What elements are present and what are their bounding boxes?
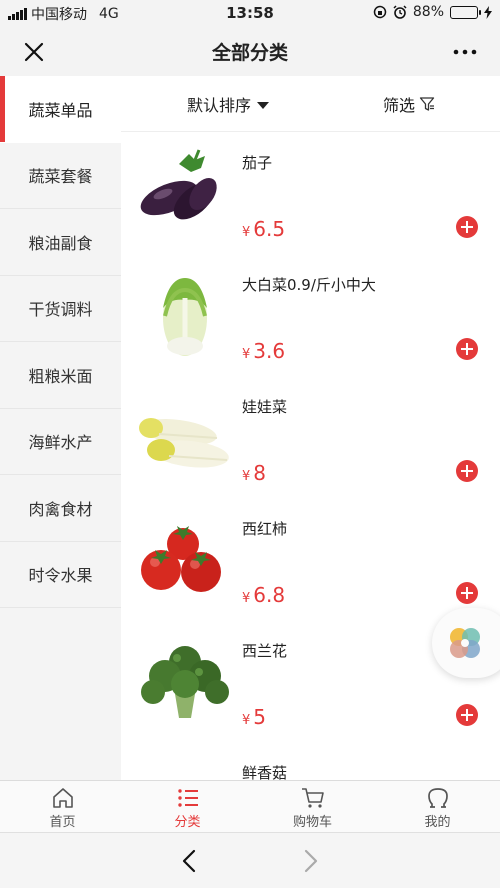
sidebar-item-label: 肉禽食材 bbox=[28, 499, 93, 519]
sort-label: 默认排序 bbox=[187, 96, 252, 115]
category-sidebar: 蔬菜单品 蔬菜套餐 粮油副食 干货调料 粗粮米面 海鲜水产 肉禽食材 时令水果 bbox=[0, 76, 121, 780]
sidebar-item-vegetable-set[interactable]: 蔬菜套餐 bbox=[0, 143, 121, 209]
product-price: ¥8 bbox=[242, 461, 266, 485]
page-title: 全部分类 bbox=[211, 42, 288, 64]
sidebar-item-meat-poultry[interactable]: 肉禽食材 bbox=[0, 475, 121, 542]
back-arrow-icon[interactable] bbox=[178, 848, 202, 874]
currency-symbol: ¥ bbox=[242, 347, 251, 362]
nav-bar: 全部分类 bbox=[0, 26, 500, 76]
sort-button[interactable]: 默认排序 bbox=[187, 92, 270, 116]
sidebar-item-label: 海鲜水产 bbox=[28, 433, 93, 453]
product-price: ¥5 bbox=[242, 705, 266, 729]
sidebar-item-label: 时令水果 bbox=[28, 566, 93, 586]
price-value: 5 bbox=[253, 705, 267, 729]
product-item[interactable]: 西红柿 ¥6.8 bbox=[121, 504, 500, 626]
tab-label: 购物车 bbox=[292, 815, 332, 830]
price-value: 3.6 bbox=[253, 339, 286, 363]
sidebar-item-label: 蔬菜套餐 bbox=[28, 167, 93, 187]
home-icon bbox=[52, 788, 73, 808]
bottom-tab-bar: 首页 分类 购物车 我的 bbox=[0, 780, 500, 832]
product-price: ¥3.6 bbox=[242, 339, 285, 363]
sidebar-item-label: 粗粮米面 bbox=[28, 366, 93, 386]
add-to-cart-button[interactable] bbox=[456, 338, 478, 360]
price-value: 8 bbox=[253, 461, 267, 485]
pinwheel-icon bbox=[450, 628, 480, 658]
browser-toolbar bbox=[0, 832, 500, 888]
filter-label: 筛选 bbox=[383, 96, 416, 115]
product-price: ¥6.8 bbox=[242, 583, 285, 607]
filter-button[interactable]: 筛选 bbox=[383, 92, 435, 116]
product-item[interactable]: 茄子 ¥6.5 bbox=[121, 138, 500, 260]
alarm-icon bbox=[393, 5, 407, 19]
sidebar-item-seafood[interactable]: 海鲜水产 bbox=[0, 409, 121, 475]
funnel-icon bbox=[419, 97, 435, 111]
add-to-cart-button[interactable] bbox=[456, 460, 478, 482]
user-icon bbox=[427, 788, 448, 808]
battery-percent: 88% bbox=[412, 4, 444, 20]
product-price: ¥6.5 bbox=[242, 217, 285, 241]
tab-label: 首页 bbox=[49, 815, 76, 830]
sidebar-item-grain-oil[interactable]: 粮油副食 bbox=[0, 209, 121, 276]
status-right: 88% bbox=[373, 4, 492, 20]
more-icon[interactable] bbox=[452, 42, 478, 62]
product-name: 西红柿 bbox=[242, 520, 288, 538]
product-name: 鲜香菇 bbox=[242, 764, 288, 780]
tomato-image bbox=[141, 526, 221, 592]
cabbage-image bbox=[163, 278, 207, 356]
sidebar-item-dry-goods[interactable]: 干货调料 bbox=[0, 276, 121, 342]
rotation-lock-icon bbox=[373, 5, 387, 19]
sidebar-item-grains-noodles[interactable]: 粗粮米面 bbox=[0, 342, 121, 409]
shiitake-image bbox=[139, 756, 231, 780]
tab-category[interactable]: 分类 bbox=[125, 781, 250, 832]
add-to-cart-button[interactable] bbox=[456, 704, 478, 726]
product-name: 大白菜0.9/斤小中大 bbox=[242, 276, 376, 294]
product-item[interactable]: 娃娃菜 ¥8 bbox=[121, 382, 500, 504]
floating-assistant-button[interactable] bbox=[432, 608, 500, 678]
baby-cabbage-image bbox=[139, 418, 229, 468]
product-name: 茄子 bbox=[242, 154, 273, 172]
tab-mine[interactable]: 我的 bbox=[375, 781, 500, 832]
charging-icon bbox=[484, 5, 492, 19]
caret-down-icon bbox=[257, 101, 270, 109]
battery-icon bbox=[450, 5, 481, 19]
sidebar-item-vegetable-single[interactable]: 蔬菜单品 bbox=[0, 76, 121, 143]
tab-label: 分类 bbox=[174, 815, 201, 830]
list-icon bbox=[177, 789, 198, 807]
sidebar-item-label: 蔬菜单品 bbox=[28, 100, 93, 120]
sidebar-item-label: 干货调料 bbox=[28, 300, 93, 320]
tab-home[interactable]: 首页 bbox=[0, 781, 125, 832]
product-name: 娃娃菜 bbox=[242, 398, 288, 416]
add-to-cart-button[interactable] bbox=[456, 216, 478, 238]
sidebar-item-seasonal-fruit[interactable]: 时令水果 bbox=[0, 542, 121, 608]
currency-symbol: ¥ bbox=[242, 591, 251, 606]
eggplant-image bbox=[140, 149, 217, 220]
product-item[interactable]: 大白菜0.9/斤小中大 ¥3.6 bbox=[121, 260, 500, 382]
status-bar: 中国移动 4G 13:58 88% bbox=[0, 0, 500, 26]
product-name: 西兰花 bbox=[242, 642, 288, 660]
add-to-cart-button[interactable] bbox=[456, 582, 478, 604]
tab-label: 我的 bbox=[424, 815, 451, 830]
filter-bar: 默认排序 筛选 bbox=[121, 76, 500, 132]
product-list-area: 默认排序 筛选 茄子 ¥6.5 大白菜0.9/斤小中大 ¥ 3.6 娃娃菜 ¥ … bbox=[121, 76, 500, 780]
price-value: 6.5 bbox=[253, 217, 286, 241]
product-item[interactable]: 鲜香菇 bbox=[121, 748, 500, 780]
cart-icon bbox=[301, 788, 324, 808]
currency-symbol: ¥ bbox=[242, 713, 251, 728]
tab-cart[interactable]: 购物车 bbox=[250, 781, 375, 832]
currency-symbol: ¥ bbox=[242, 469, 251, 484]
broccoli-image bbox=[141, 646, 229, 718]
forward-arrow-icon[interactable] bbox=[298, 848, 322, 874]
sidebar-item-label: 粮油副食 bbox=[28, 233, 93, 253]
price-value: 6.8 bbox=[253, 583, 286, 607]
currency-symbol: ¥ bbox=[242, 225, 251, 240]
